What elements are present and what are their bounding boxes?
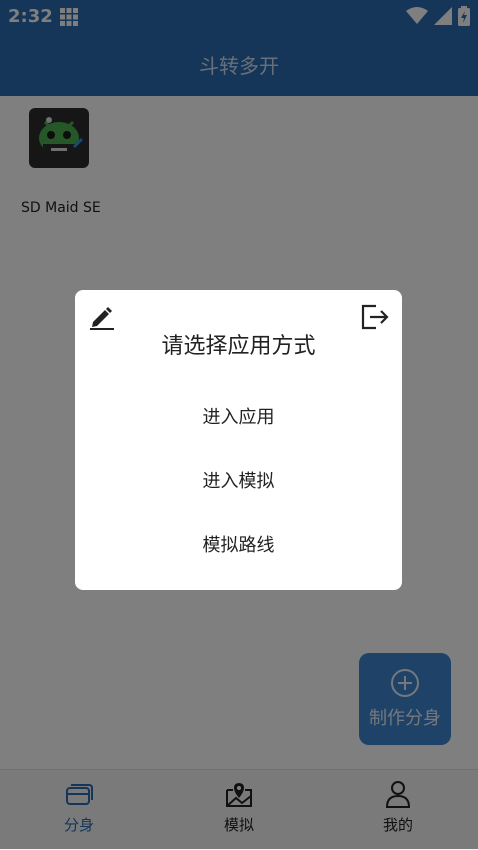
enter-app-option[interactable]: 进入应用 [75,398,402,438]
dialog-title: 请选择应用方式 [161,334,316,359]
enter-simulate-option[interactable]: 进入模拟 [75,462,402,502]
edit-icon[interactable] [89,304,115,330]
exit-icon[interactable] [360,303,390,331]
simulate-route-option[interactable]: 模拟路线 [75,526,402,566]
launch-mode-dialog: 请选择应用方式 进入应用 进入模拟 模拟路线 [75,290,402,590]
